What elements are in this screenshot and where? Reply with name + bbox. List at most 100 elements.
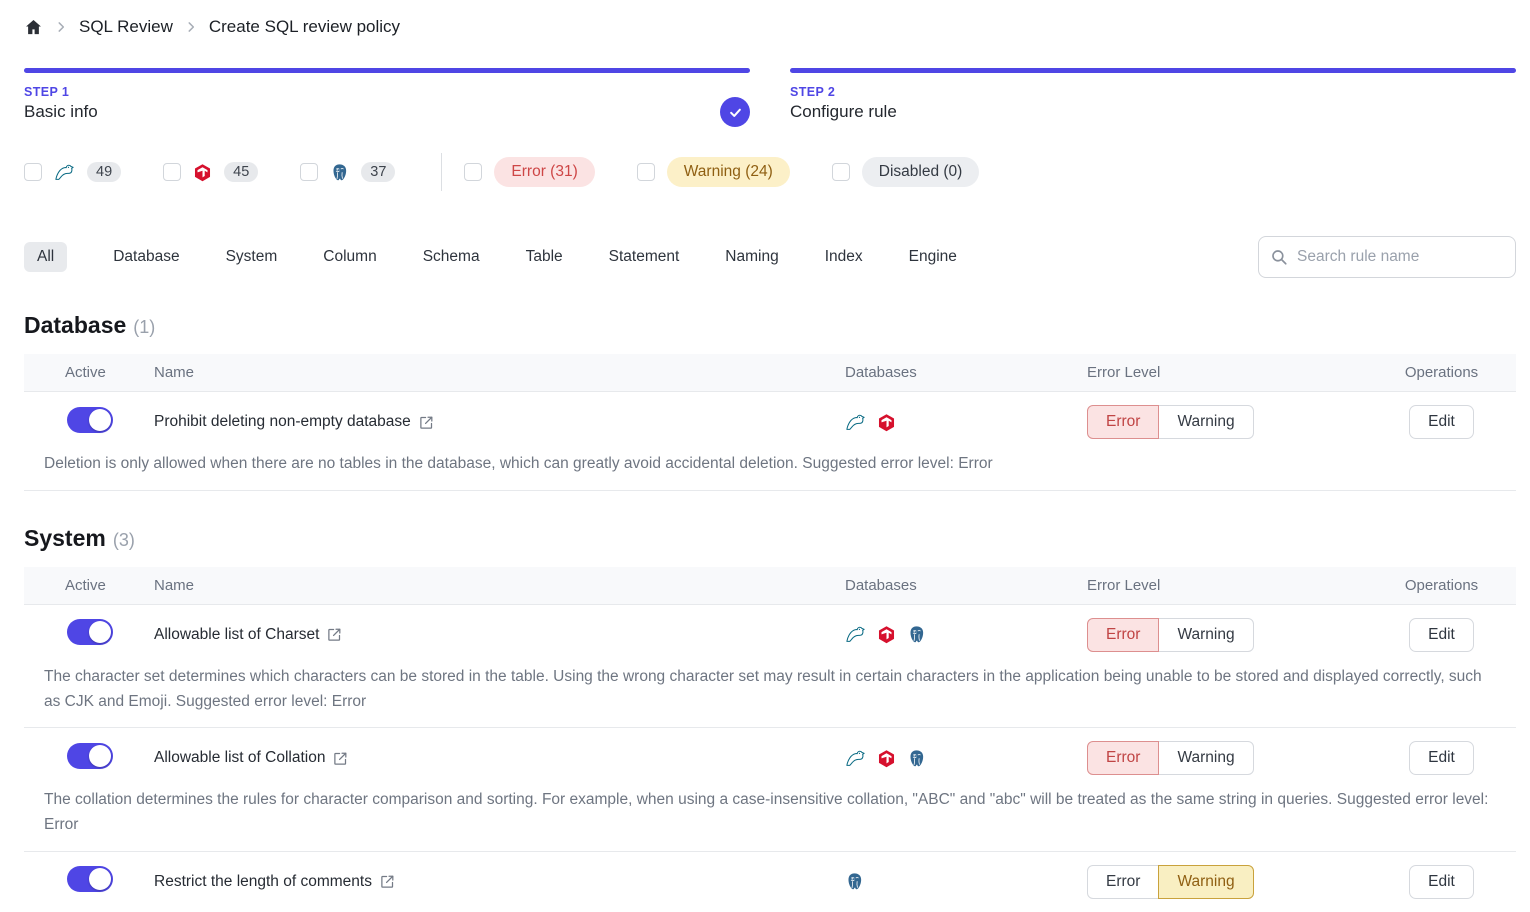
operations-cell: Edit bbox=[1367, 618, 1516, 652]
level-filter-checkbox[interactable] bbox=[832, 163, 850, 181]
edit-button[interactable]: Edit bbox=[1409, 405, 1474, 439]
column-header-operations: Operations bbox=[1367, 577, 1516, 594]
external-link-icon[interactable] bbox=[419, 415, 434, 430]
rule-name: Allowable list of Collation bbox=[154, 749, 325, 767]
engine-filter-checkbox[interactable] bbox=[163, 163, 181, 181]
rule-description: Deletion is only allowed when there are … bbox=[24, 452, 1516, 490]
edit-button[interactable]: Edit bbox=[1409, 865, 1474, 899]
tab-table[interactable]: Table bbox=[526, 242, 563, 272]
rule-active-toggle[interactable] bbox=[67, 407, 113, 433]
sql-review-page: SQL Review Create SQL review policy STEP… bbox=[0, 0, 1530, 912]
step-2-progress-bar bbox=[790, 68, 1516, 73]
category-tabs: All Database System Column Schema Table Statem… bbox=[24, 242, 957, 272]
warning-level-button[interactable]: Warning bbox=[1158, 741, 1253, 775]
postgres-icon bbox=[330, 163, 349, 182]
home-icon[interactable] bbox=[24, 18, 43, 37]
warning-level-button[interactable]: Warning bbox=[1158, 618, 1253, 652]
column-header-error-level: Error Level bbox=[1087, 364, 1367, 381]
level-filter: Disabled (0) bbox=[832, 157, 980, 187]
breadcrumb-sql-review[interactable]: SQL Review bbox=[79, 17, 173, 37]
error-level-cell: ErrorWarning bbox=[1087, 865, 1367, 899]
section-title: Database(1) bbox=[24, 312, 1516, 339]
step-indicator: STEP 1 Basic info STEP 2 Configure rule bbox=[24, 68, 1516, 122]
tab-engine[interactable]: Engine bbox=[909, 242, 957, 272]
level-filter-checkbox[interactable] bbox=[464, 163, 482, 181]
error-level-button[interactable]: Error bbox=[1087, 865, 1159, 899]
name-cell: Allowable list of Charset bbox=[154, 626, 845, 644]
edit-button[interactable]: Edit bbox=[1409, 741, 1474, 775]
external-link-icon[interactable] bbox=[327, 627, 342, 642]
rule-block: Prohibit deleting non-empty databaseErro… bbox=[24, 392, 1516, 491]
level-filter-pill-warning[interactable]: Warning (24) bbox=[667, 157, 790, 187]
postgres-icon bbox=[907, 625, 926, 644]
mysql-icon bbox=[845, 625, 866, 644]
table-header-row: ActiveNameDatabasesError LevelOperations bbox=[24, 567, 1516, 605]
search-box bbox=[1258, 236, 1516, 278]
category-tab-bar: All Database System Column Schema Table Statem… bbox=[24, 236, 1516, 278]
tab-statement[interactable]: Statement bbox=[609, 242, 680, 272]
column-header-databases: Databases bbox=[845, 577, 1087, 594]
step-1-progress-bar bbox=[24, 68, 750, 73]
external-link-icon[interactable] bbox=[380, 874, 395, 889]
breadcrumb: SQL Review Create SQL review policy bbox=[24, 12, 1516, 42]
operations-cell: Edit bbox=[1367, 405, 1516, 439]
section-title-text: Database bbox=[24, 312, 126, 339]
step-2-title: Configure rule bbox=[790, 102, 1516, 122]
active-cell bbox=[24, 619, 154, 650]
column-header-active: Active bbox=[24, 364, 154, 381]
error-level-button[interactable]: Error bbox=[1087, 618, 1159, 652]
step-1-label: STEP 1 bbox=[24, 85, 750, 99]
rule-count-badge: 49 bbox=[87, 162, 121, 182]
engine-filter-checkbox[interactable] bbox=[24, 163, 42, 181]
search-icon bbox=[1270, 248, 1288, 271]
level-filter: Warning (24) bbox=[637, 157, 790, 187]
warning-level-button[interactable]: Warning bbox=[1158, 405, 1253, 439]
rule-count-badge: 37 bbox=[361, 162, 395, 182]
rule-active-toggle[interactable] bbox=[67, 743, 113, 769]
step-1-completed-check-icon bbox=[720, 97, 750, 127]
tab-index[interactable]: Index bbox=[825, 242, 863, 272]
tab-schema[interactable]: Schema bbox=[423, 242, 480, 272]
rule-name: Restrict the length of comments bbox=[154, 873, 372, 891]
rule-active-toggle[interactable] bbox=[67, 866, 113, 892]
engine-filter-checkbox[interactable] bbox=[300, 163, 318, 181]
rule-sections: Database(1)ActiveNameDatabasesError Leve… bbox=[24, 312, 1516, 912]
level-filter-pill-disabled[interactable]: Disabled (0) bbox=[862, 157, 980, 187]
mysql-icon bbox=[845, 413, 866, 432]
rule-table: ActiveNameDatabasesError LevelOperations… bbox=[24, 354, 1516, 491]
rule-active-toggle[interactable] bbox=[67, 619, 113, 645]
error-level-button[interactable]: Error bbox=[1087, 405, 1159, 439]
tidb-icon bbox=[193, 163, 212, 182]
warning-level-button[interactable]: Warning bbox=[1158, 865, 1253, 899]
level-filter-pill-error[interactable]: Error (31) bbox=[494, 157, 594, 187]
external-link-icon[interactable] bbox=[333, 751, 348, 766]
tab-system[interactable]: System bbox=[226, 242, 278, 272]
tab-column[interactable]: Column bbox=[323, 242, 376, 272]
tidb-icon bbox=[877, 413, 896, 432]
tab-all[interactable]: All bbox=[24, 242, 67, 272]
error-level-cell: ErrorWarning bbox=[1087, 618, 1367, 652]
table-row: Prohibit deleting non-empty databaseErro… bbox=[24, 392, 1516, 452]
toggle-knob bbox=[89, 745, 111, 767]
column-header-name: Name bbox=[154, 364, 845, 381]
tab-database[interactable]: Database bbox=[113, 242, 179, 272]
column-header-operations: Operations bbox=[1367, 364, 1516, 381]
name-cell: Restrict the length of comments bbox=[154, 873, 845, 891]
postgres-icon bbox=[907, 749, 926, 768]
tidb-icon bbox=[877, 625, 896, 644]
error-level-button[interactable]: Error bbox=[1087, 741, 1159, 775]
tab-naming[interactable]: Naming bbox=[725, 242, 778, 272]
error-level-cell: ErrorWarning bbox=[1087, 741, 1367, 775]
engine-filter: 45 bbox=[163, 162, 258, 182]
search-input[interactable] bbox=[1258, 236, 1516, 278]
postgres-icon bbox=[845, 872, 864, 891]
step-2: STEP 2 Configure rule bbox=[790, 68, 1516, 122]
level-filter-checkbox[interactable] bbox=[637, 163, 655, 181]
chevron-right-icon bbox=[54, 20, 68, 34]
databases-cell bbox=[845, 625, 1087, 644]
step-1: STEP 1 Basic info bbox=[24, 68, 750, 122]
databases-cell bbox=[845, 872, 1087, 891]
rule-description: The character set determines which chara… bbox=[24, 665, 1516, 728]
edit-button[interactable]: Edit bbox=[1409, 618, 1474, 652]
rule-section-system: System(3)ActiveNameDatabasesError LevelO… bbox=[24, 525, 1516, 912]
